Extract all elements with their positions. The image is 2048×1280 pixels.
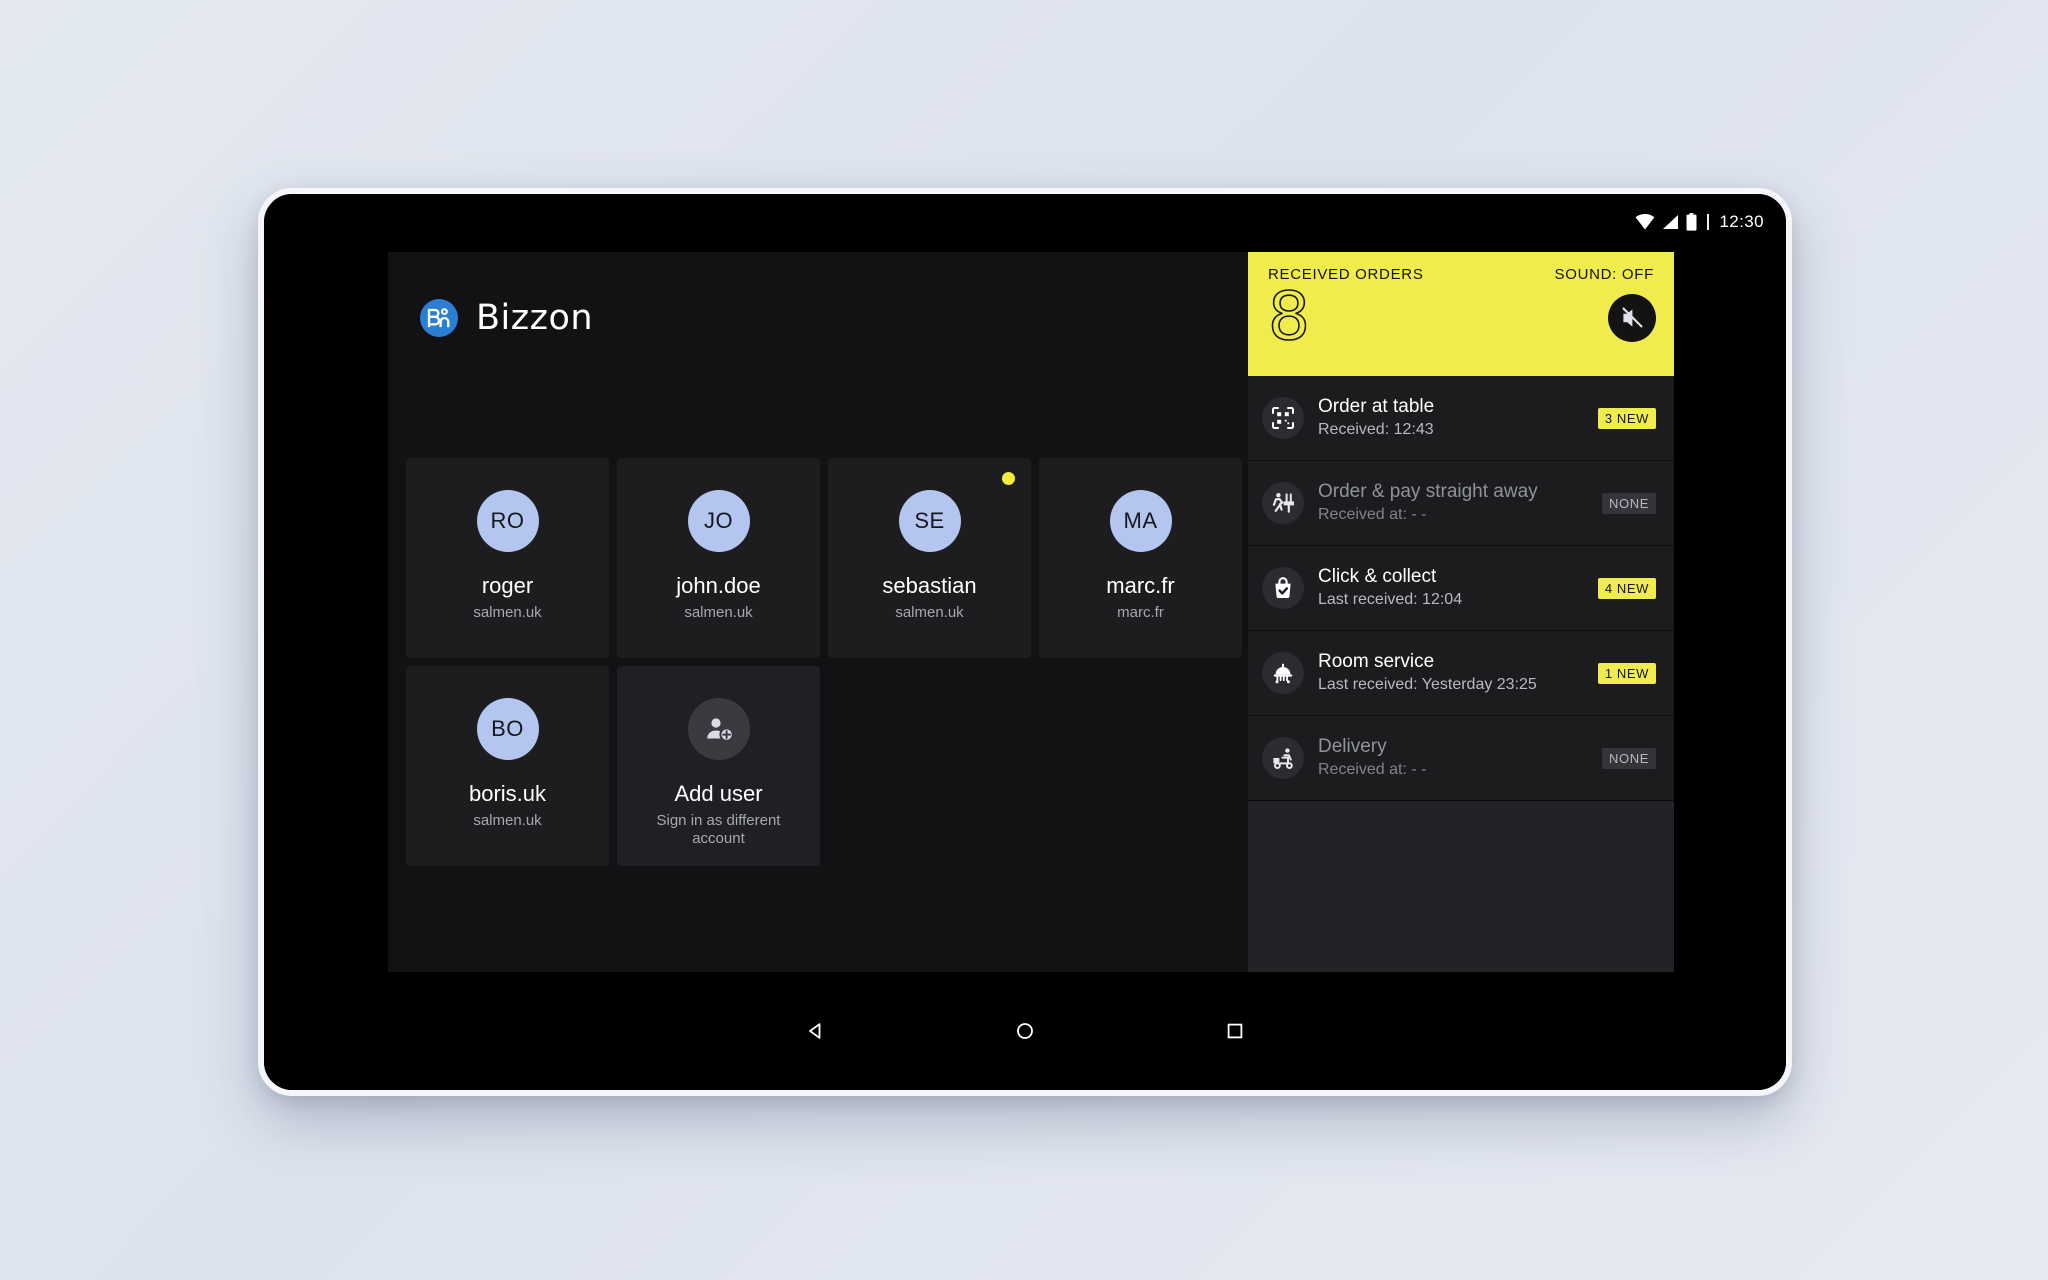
android-status-bar: 12:30 xyxy=(264,194,1786,250)
avatar: BO xyxy=(476,698,539,760)
orders-list-empty-area xyxy=(1248,801,1674,982)
order-text: Room service Last received: Yesterday 23… xyxy=(1318,650,1584,697)
tablet-device: 12:30 Bizzon RO roger salmen.uk JO john.… xyxy=(258,188,1792,1096)
home-button[interactable] xyxy=(920,1001,1130,1061)
account-card-marc-fr[interactable]: MA marc.fr marc.fr xyxy=(1039,458,1242,658)
order-title: Room service xyxy=(1318,650,1435,672)
back-icon xyxy=(809,1023,821,1039)
order-subtitle: Last received: Yesterday 23:25 xyxy=(1318,676,1537,694)
account-name: boris.uk xyxy=(468,781,547,806)
order-title: Delivery xyxy=(1318,735,1387,757)
wifi-icon xyxy=(1636,214,1655,230)
order-title: Order at table xyxy=(1318,395,1435,417)
table-service-icon xyxy=(1262,482,1304,524)
orders-panel: RECEIVED ORDERS SOUND: OFF 8 Order at ta… xyxy=(1248,252,1674,982)
order-subtitle: Received at: - - xyxy=(1318,506,1427,524)
mute-icon xyxy=(1622,307,1643,328)
order-row-room-service[interactable]: Room service Last received: Yesterday 23… xyxy=(1248,631,1674,716)
order-text: Order at table Received: 12:43 xyxy=(1318,395,1584,442)
account-domain: marc.fr xyxy=(1117,604,1164,622)
order-text: Click & collect Last received: 12:04 xyxy=(1318,565,1584,612)
order-row-click-and-collect[interactable]: Click & collect Last received: 12:04 4 N… xyxy=(1248,546,1674,631)
accounts-panel: Bizzon RO roger salmen.uk JO john.doe sa… xyxy=(388,252,1248,982)
orders-header: RECEIVED ORDERS SOUND: OFF 8 xyxy=(1248,252,1674,376)
account-domain: salmen.uk xyxy=(473,604,542,622)
android-nav-bar xyxy=(264,972,1786,1090)
account-name: sebastian xyxy=(882,573,977,598)
account-domain: salmen.uk xyxy=(684,604,753,622)
battery-icon xyxy=(1686,213,1697,231)
order-title: Click & collect xyxy=(1318,565,1437,587)
tablet-screen: 12:30 Bizzon RO roger salmen.uk JO john.… xyxy=(264,194,1786,1090)
order-title: Order & pay straight away xyxy=(1318,480,1538,502)
order-badge: 1 NEW xyxy=(1597,662,1656,684)
add-user-subtitle: Sign in as different account xyxy=(656,812,781,848)
order-text: Delivery Received at: - - xyxy=(1318,735,1588,782)
account-name: john.doe xyxy=(676,573,761,598)
order-row-order-at-table[interactable]: Order at table Received: 12:43 3 NEW xyxy=(1248,376,1674,461)
order-subtitle: Received at: - - xyxy=(1318,761,1427,779)
order-subtitle: Received: 12:43 xyxy=(1318,421,1434,439)
brand-name: Bizzon xyxy=(476,298,594,338)
mute-toggle-button[interactable] xyxy=(1608,294,1656,342)
recents-button[interactable] xyxy=(1130,1001,1340,1061)
account-card-boris-uk[interactable]: BO boris.uk salmen.uk xyxy=(406,666,609,866)
shopping-bag-check-icon xyxy=(1262,567,1304,609)
bizzon-logo-icon xyxy=(420,299,458,337)
account-card-sebastian[interactable]: SE sebastian salmen.uk xyxy=(828,458,1031,658)
account-card-roger[interactable]: RO roger salmen.uk xyxy=(406,458,609,658)
account-name: roger xyxy=(481,573,534,598)
account-name: marc.fr xyxy=(1106,573,1175,598)
recents-icon xyxy=(1227,1023,1243,1039)
home-icon xyxy=(1017,1023,1033,1039)
brand-bar: Bizzon xyxy=(388,252,1248,338)
order-badge: 4 NEW xyxy=(1597,577,1656,599)
orders-count: 8 xyxy=(1267,278,1311,355)
avatar: RO xyxy=(476,490,539,552)
order-row-delivery[interactable]: Delivery Received at: - - NONE xyxy=(1248,716,1674,801)
accounts-grid: RO roger salmen.uk JO john.doe salmen.uk… xyxy=(406,458,1242,866)
order-badge: NONE xyxy=(1602,492,1656,514)
order-subtitle: Last received: 12:04 xyxy=(1318,591,1463,609)
order-text: Order & pay straight away Received at: -… xyxy=(1318,480,1588,527)
back-button[interactable] xyxy=(710,1001,920,1061)
order-badge: NONE xyxy=(1602,747,1656,769)
signal-icon xyxy=(1663,215,1679,229)
add-user-icon xyxy=(687,698,750,760)
room-service-trolley-icon xyxy=(1262,652,1304,694)
account-domain: salmen.uk xyxy=(895,604,964,622)
qr-scan-icon xyxy=(1262,397,1304,439)
status-divider xyxy=(1707,214,1710,230)
avatar: JO xyxy=(687,490,750,552)
add-user-card[interactable]: Add user Sign in as different account xyxy=(617,666,820,866)
orders-header-top: RECEIVED ORDERS SOUND: OFF xyxy=(1268,266,1654,283)
sound-status-label: SOUND: OFF xyxy=(1554,266,1654,283)
order-badge: 3 NEW xyxy=(1597,407,1656,429)
add-user-title: Add user xyxy=(674,781,763,806)
avatar: MA xyxy=(1109,490,1172,552)
account-domain: salmen.uk xyxy=(473,812,542,830)
account-card-john-doe[interactable]: JO john.doe salmen.uk xyxy=(617,458,820,658)
avatar: SE xyxy=(898,490,961,552)
orders-list: Order at table Received: 12:43 3 NEW Ord… xyxy=(1248,376,1674,982)
delivery-scooter-icon xyxy=(1262,737,1304,779)
app-root: Bizzon RO roger salmen.uk JO john.doe sa… xyxy=(388,252,1674,982)
status-time: 12:30 xyxy=(1719,212,1764,231)
order-row-order-and-pay[interactable]: Order & pay straight away Received at: -… xyxy=(1248,461,1674,546)
notification-dot-icon xyxy=(1002,472,1015,485)
